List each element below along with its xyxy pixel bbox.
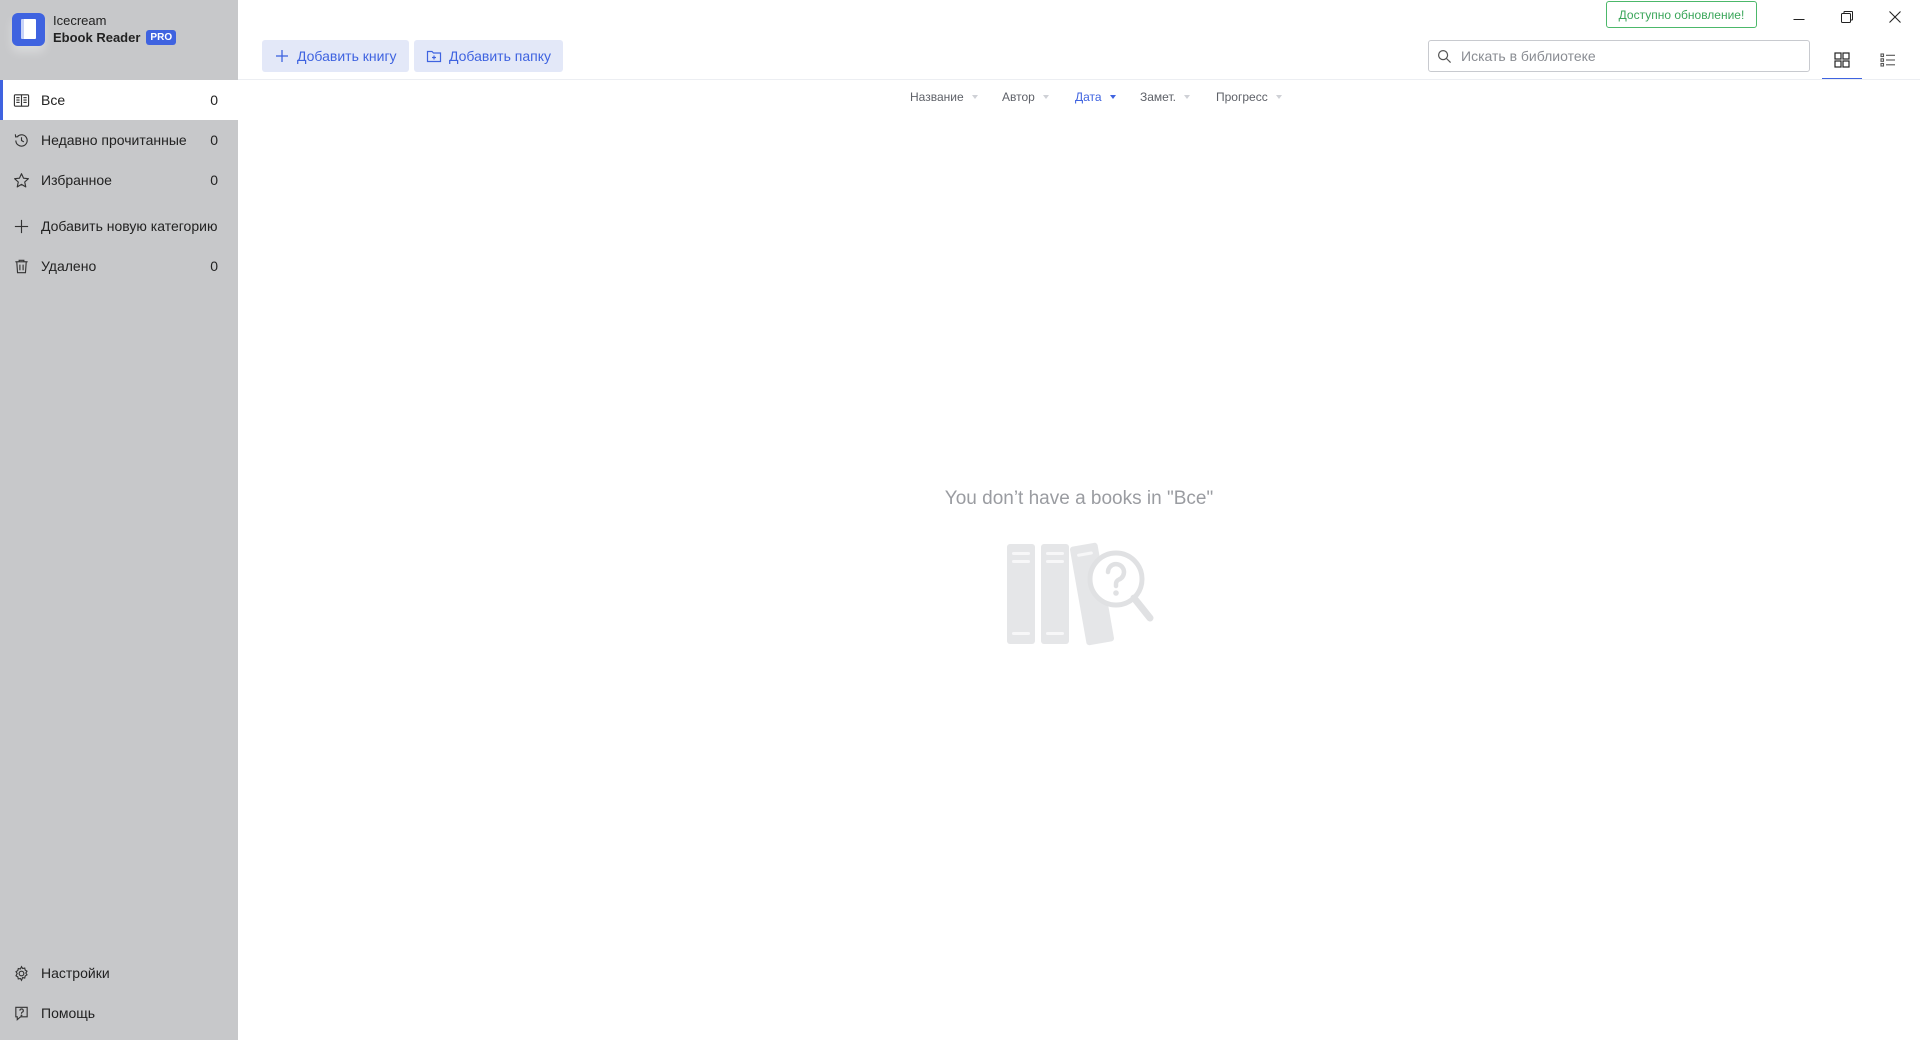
pro-badge: PRO	[146, 30, 177, 45]
plus-icon	[276, 50, 288, 62]
folder-add-icon	[426, 50, 442, 63]
update-available-button[interactable]: Доступно обновление!	[1606, 1, 1757, 28]
sidebar-item-label: Удалено	[41, 258, 97, 274]
sidebar-item-label: Добавить новую категорию	[41, 218, 218, 234]
sidebar-item-settings[interactable]: Настройки	[0, 953, 238, 993]
sort-arrow-icon	[1042, 95, 1049, 99]
sidebar-item-add-category[interactable]: Добавить новую категорию	[0, 200, 238, 252]
list-icon	[1880, 53, 1895, 67]
sidebar-item-label: Недавно прочитанные	[41, 132, 187, 148]
sidebar-item-favorites[interactable]: Избранное 0	[0, 160, 238, 200]
add-folder-button[interactable]: Добавить папку	[414, 40, 563, 72]
close-button[interactable]	[1872, 2, 1918, 32]
sidebar-item-label: Избранное	[41, 172, 112, 188]
sidebar-item-label: Помощь	[41, 1005, 96, 1021]
sort-arrow-icon	[971, 95, 978, 99]
restore-button[interactable]	[1824, 2, 1870, 32]
brand-name-line1: Icecream	[53, 13, 107, 28]
brand-name-line2: Ebook Reader	[53, 30, 141, 45]
plus-icon	[12, 217, 30, 235]
sort-label: Прогресс	[1216, 90, 1268, 104]
add-book-label: Добавить книгу	[297, 48, 397, 64]
sidebar-item-count: 0	[210, 132, 218, 148]
toolbar-divider	[238, 79, 1920, 80]
sidebar-item-label: Настройки	[41, 965, 110, 981]
sort-by-notes[interactable]: Замет.	[1140, 90, 1190, 104]
add-book-button[interactable]: Добавить книгу	[262, 40, 409, 72]
sidebar: Icecream Ebook Reader PRO Все 0 Недавно …	[0, 0, 238, 1040]
library-search[interactable]	[1428, 40, 1810, 72]
sidebar-item-count: 0	[210, 172, 218, 188]
sort-arrow-icon	[1275, 95, 1282, 99]
sort-arrow-icon	[1109, 95, 1116, 99]
close-icon	[1889, 11, 1901, 23]
help-icon	[12, 1004, 30, 1022]
sort-label: Название	[910, 90, 964, 104]
search-icon	[1437, 49, 1452, 63]
gear-icon	[12, 964, 30, 982]
restore-icon	[1841, 11, 1853, 23]
star-icon	[12, 171, 30, 189]
sort-by-title[interactable]: Название	[910, 90, 978, 104]
sort-by-author[interactable]: Автор	[1002, 90, 1049, 104]
sort-label: Дата	[1075, 90, 1102, 104]
sidebar-item-recent[interactable]: Недавно прочитанные 0	[0, 120, 238, 160]
sort-by-date[interactable]: Дата	[1075, 90, 1116, 104]
sidebar-bottom: Настройки Помощь	[0, 953, 238, 1033]
history-icon	[12, 131, 30, 149]
sort-by-progress[interactable]: Прогресс	[1216, 90, 1282, 104]
sidebar-item-deleted[interactable]: Удалено 0	[0, 246, 238, 286]
sort-label: Замет.	[1140, 90, 1176, 104]
add-folder-label: Добавить папку	[449, 48, 551, 64]
sidebar-item-count: 0	[210, 258, 218, 274]
list-view-button[interactable]	[1868, 40, 1908, 80]
grid-icon	[1834, 52, 1850, 68]
empty-state-message: You don’t have a books in "Все"	[944, 488, 1214, 509]
grid-view-button[interactable]	[1822, 40, 1862, 80]
app-logo-icon	[12, 12, 45, 46]
brand: Icecream Ebook Reader PRO	[12, 12, 177, 46]
trash-icon	[12, 257, 30, 275]
sidebar-nav: Все 0 Недавно прочитанные 0 Избранное 0 …	[0, 80, 238, 286]
empty-library-icon	[1007, 542, 1154, 646]
minimize-button[interactable]	[1776, 2, 1822, 32]
sort-label: Автор	[1002, 90, 1035, 104]
sidebar-item-help[interactable]: Помощь	[0, 993, 238, 1033]
minimize-icon	[1793, 19, 1805, 20]
search-input[interactable]	[1461, 48, 1809, 64]
sort-bar: Название Автор Дата Замет. Прогресс	[0, 90, 1920, 110]
sort-arrow-icon	[1183, 95, 1190, 99]
